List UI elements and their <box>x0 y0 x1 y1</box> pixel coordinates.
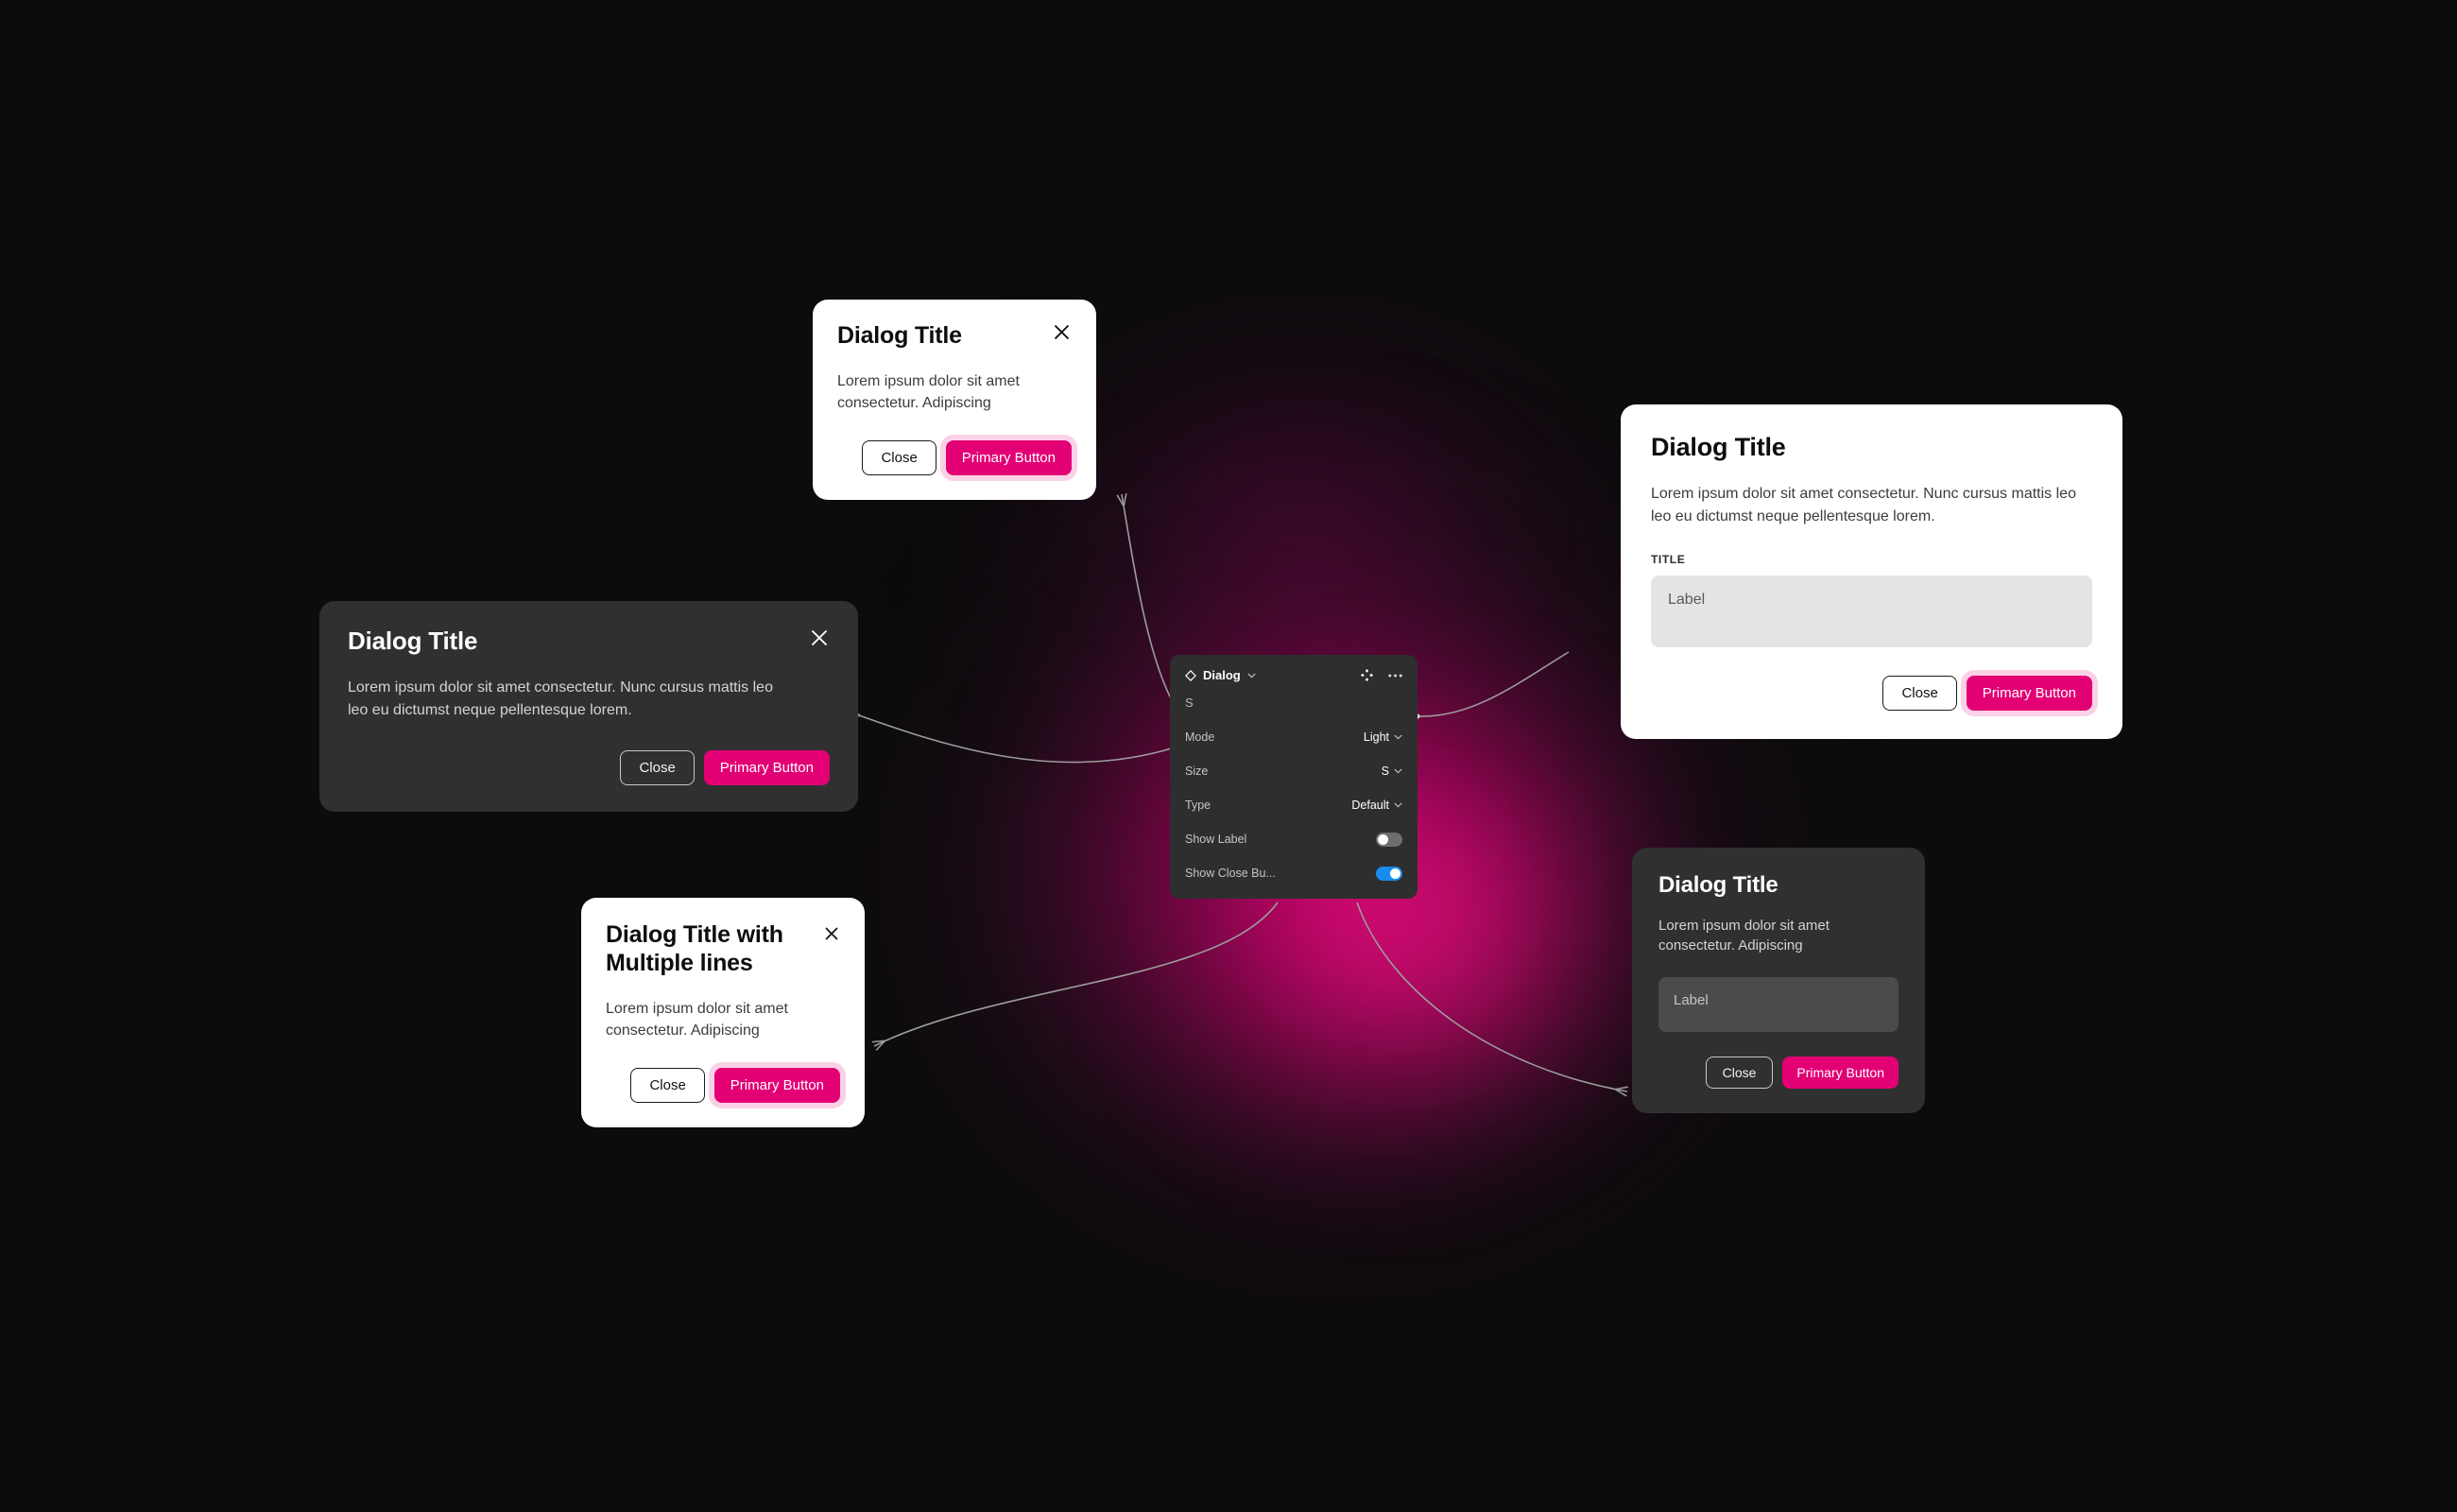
panel-component-name: Dialog <box>1203 668 1241 682</box>
property-row-mode[interactable]: Mode Light <box>1185 727 1402 747</box>
chevron-down-icon[interactable] <box>1247 673 1256 679</box>
dialog-left-dark-medium[interactable]: Dialog Title Lorem ipsum dolor sit amet … <box>319 601 858 812</box>
property-label: Size <box>1185 765 1209 778</box>
chevron-down-icon[interactable] <box>1394 802 1402 808</box>
dialog-title: Dialog Title <box>837 322 962 349</box>
dialog-actions: Close Primary Button <box>348 749 830 785</box>
property-value-select[interactable]: S <box>1382 765 1402 778</box>
property-row-show-close-button[interactable]: Show Close Bu... <box>1185 863 1402 884</box>
dialog-title: Dialog Title <box>348 627 478 655</box>
close-icon[interactable] <box>823 925 840 942</box>
canvas: Dialog Title Lorem ipsum dolor sit amet … <box>0 0 2457 1512</box>
close-button[interactable]: Close <box>862 440 936 476</box>
close-button[interactable]: Close <box>620 749 695 785</box>
property-value-select[interactable]: Light <box>1364 730 1402 744</box>
dialog-actions: Close Primary Button <box>837 440 1072 476</box>
form-field-title: TITLE Label <box>1651 553 2092 648</box>
dialog-right-dark-form[interactable]: Dialog Title Lorem ipsum dolor sit amet … <box>1632 848 1925 1114</box>
chevron-down-icon[interactable] <box>1394 768 1402 774</box>
dialog-header: Dialog Title <box>348 627 830 656</box>
property-row-size[interactable]: Size S <box>1185 761 1402 782</box>
component-diamond-icon <box>1185 669 1196 681</box>
input-placeholder: Label <box>1674 992 1709 1009</box>
dialog-body-text: Lorem ipsum dolor sit amet consectetur. … <box>1651 486 2076 525</box>
dialog-top-light-small[interactable]: Dialog Title Lorem ipsum dolor sit amet … <box>813 300 1096 501</box>
primary-button[interactable]: Primary Button <box>945 440 1072 476</box>
dialog-bottom-light-multiline[interactable]: Dialog Title with Multiple lines Lorem i… <box>581 898 865 1128</box>
dialog-title: Dialog Title <box>1651 433 1786 461</box>
primary-button[interactable]: Primary Button <box>703 749 830 785</box>
dialog-actions: Close Primary Button <box>1658 1057 1899 1090</box>
field-label: TITLE <box>1651 553 1686 567</box>
toggle-knob <box>1390 868 1400 879</box>
move-icon[interactable] <box>1361 669 1373 681</box>
chevron-down-icon[interactable] <box>1394 734 1402 740</box>
panel-header-left: Dialog <box>1185 668 1256 682</box>
property-label: Show Close Bu... <box>1185 867 1276 880</box>
input-placeholder: Label <box>1668 592 1706 609</box>
panel-header-right <box>1361 669 1402 681</box>
dialog-header: Dialog Title with Multiple lines <box>606 920 840 977</box>
show-close-button-toggle[interactable] <box>1376 866 1402 881</box>
property-label: Type <box>1185 799 1211 812</box>
dialog-body-text: Lorem ipsum dolor sit amet consectetur. … <box>1658 917 1830 954</box>
primary-button[interactable]: Primary Button <box>1782 1057 1899 1090</box>
primary-button[interactable]: Primary Button <box>713 1068 840 1104</box>
property-value-text: Light <box>1363 730 1389 744</box>
dialog-right-light-form[interactable]: Dialog Title Lorem ipsum dolor sit amet … <box>1621 404 2122 740</box>
dialog-actions: Close Primary Button <box>1651 676 2092 712</box>
dialog-body-text: Lorem ipsum dolor sit amet consectetur. … <box>837 372 1020 411</box>
property-row-show-label[interactable]: Show Label <box>1185 829 1402 850</box>
property-value-text: Default <box>1351 799 1389 812</box>
title-input[interactable]: Label <box>1658 977 1899 1033</box>
property-label: Mode <box>1185 730 1215 744</box>
component-properties-panel[interactable]: Dialog S Mode Light Size S Type Default … <box>1170 655 1418 899</box>
property-row-type[interactable]: Type Default <box>1185 795 1402 816</box>
primary-button[interactable]: Primary Button <box>1966 676 2092 712</box>
title-input[interactable]: Label <box>1651 576 2092 648</box>
dialog-body-text: Lorem ipsum dolor sit amet consectetur. … <box>348 679 773 718</box>
dialog-title: Dialog Title <box>1658 872 1778 898</box>
dialog-body-text: Lorem ipsum dolor sit amet consectetur. … <box>606 1001 788 1040</box>
close-button[interactable]: Close <box>1705 1057 1774 1090</box>
panel-variant-label: S <box>1185 696 1194 710</box>
property-value-text: S <box>1381 765 1389 778</box>
dialog-actions: Close Primary Button <box>606 1068 840 1104</box>
dialog-title: Dialog Title with Multiple lines <box>606 921 783 976</box>
close-icon[interactable] <box>1052 322 1072 342</box>
more-options-icon[interactable] <box>1388 674 1402 678</box>
close-button[interactable]: Close <box>1882 676 1957 712</box>
toggle-knob <box>1378 833 1388 845</box>
property-value-select[interactable]: Default <box>1351 799 1402 812</box>
dialog-header: Dialog Title <box>837 322 1072 350</box>
panel-header: Dialog <box>1185 668 1402 682</box>
property-label: Show Label <box>1185 833 1247 846</box>
close-button[interactable]: Close <box>630 1068 705 1104</box>
show-label-toggle[interactable] <box>1376 832 1402 847</box>
close-icon[interactable] <box>809 627 830 648</box>
